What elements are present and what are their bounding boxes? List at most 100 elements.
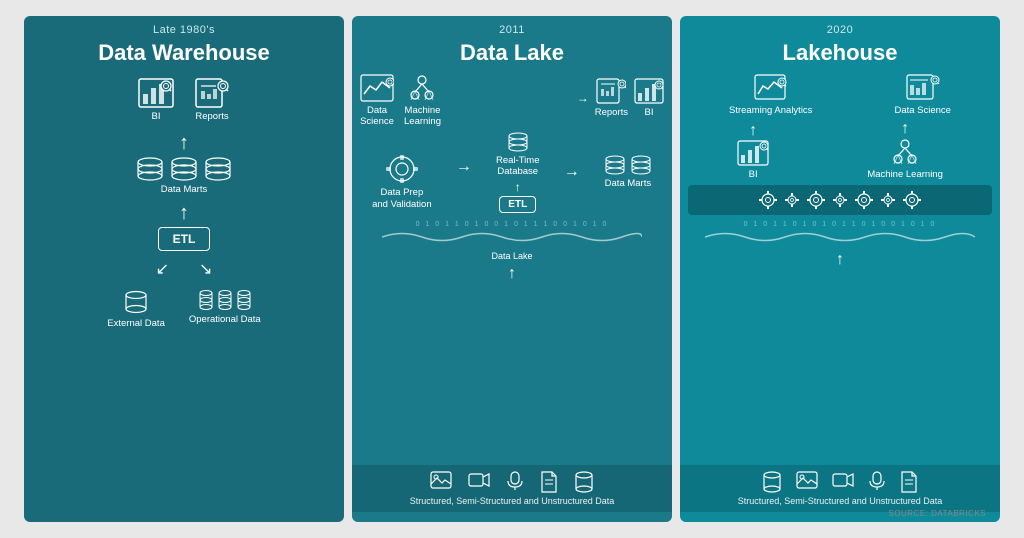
- image-icon: [430, 471, 452, 489]
- gear-icon-7: [902, 190, 922, 210]
- lh-streaming-label: Streaming Analytics: [729, 105, 812, 116]
- dl-ml-item: MachineLearning: [404, 74, 441, 128]
- dw-datamarts-label: Data Marts: [161, 184, 207, 195]
- lh-gear-strip: [688, 185, 992, 215]
- gear-icon-6: [880, 192, 896, 208]
- dw-external-label: External Data: [107, 318, 165, 329]
- dl-data-science-item: DataScience: [360, 74, 394, 128]
- dw-arrow-2: ↑: [179, 202, 189, 225]
- lh-bi-label: BI: [749, 169, 758, 180]
- lh-source-icons: [690, 471, 990, 493]
- dl-rtdb-arrow: ↑: [515, 180, 521, 194]
- dl-binary-text: 0 1 0 1 1 0 1 0 0 1 0 1 1 1 0 0 1 0 1 0: [360, 219, 664, 230]
- dl-datamarts-label: Data Marts: [605, 178, 651, 189]
- dl-source-icons: [362, 471, 662, 493]
- gear-icon-5: [854, 190, 874, 210]
- ops-db-3: [236, 289, 252, 311]
- lh-ds-label: Data Science: [894, 105, 951, 116]
- video-icon: [468, 471, 490, 489]
- db-icon-3: [204, 157, 232, 181]
- lh-ds-icon: [906, 74, 940, 102]
- gear-icon-3: [806, 190, 826, 210]
- dl-dm-icon-2: [630, 155, 652, 175]
- audio-icon: [506, 471, 524, 491]
- lh-bi-icon: [737, 140, 769, 166]
- dl-bi-label: BI: [645, 107, 654, 118]
- lh-bi-col: ↑ BI: [737, 122, 769, 180]
- dl-ml-label: MachineLearning: [404, 105, 441, 128]
- era-label-dw: Late 1980's: [24, 16, 344, 40]
- lh-wave-line: [705, 230, 975, 244]
- lh-ml-icon: [888, 138, 922, 166]
- dw-datamarts-item: Data Marts: [136, 157, 232, 195]
- lh-top-row: Streaming Analytics: [688, 74, 992, 116]
- gear-icon-2: [784, 192, 800, 208]
- dw-operational-data-item: Operational Data: [189, 289, 261, 329]
- dl-dataprep-item: Data Prepand Validation: [372, 154, 432, 210]
- ext-db-icon: [123, 289, 149, 315]
- bi-chart-icon: [138, 78, 174, 108]
- lh-db-icon: [762, 471, 782, 493]
- lh-img-icon: [796, 471, 818, 489]
- dataprep-icon: [385, 154, 419, 184]
- gear-icon-1: [758, 190, 778, 210]
- dl-lake-label: Data Lake: [360, 251, 664, 261]
- streaming-icon: [754, 74, 788, 102]
- dl-bi-icon: [634, 78, 664, 104]
- dw-external-data-item: External Data: [107, 289, 165, 329]
- era-label-lh: 2020: [680, 16, 1000, 40]
- dl-src-db-icon: [574, 471, 594, 493]
- dl-bottom-section: Structured, Semi-Structured and Unstruct…: [352, 465, 672, 512]
- panel-lakehouse: 2020 Lakehouse Streaming Analytics: [680, 16, 1000, 522]
- lh-bottom-label: Structured, Semi-Structured and Unstruct…: [690, 496, 990, 506]
- lh-bi-item: BI: [737, 140, 769, 180]
- lh-ml-item: Machine Learning: [867, 138, 943, 180]
- ml-tree-icon: [405, 74, 439, 102]
- ops-db-2: [217, 289, 233, 311]
- title-dl: Data Lake: [352, 40, 672, 66]
- dl-wave-line: [382, 230, 642, 244]
- dl-dm-icon-1: [604, 155, 626, 175]
- lh-ml-label: Machine Learning: [867, 169, 943, 180]
- source-credit: SOURCE: DATABRICKS: [888, 509, 986, 518]
- era-label-dl: 2011: [352, 16, 672, 40]
- title-dw: Data Warehouse: [24, 40, 344, 66]
- dl-rtdb-item: Real-TimeDatabase: [496, 132, 539, 178]
- dw-etl-label: ETL: [173, 232, 196, 246]
- lh-mid-row: ↑ BI: [688, 120, 992, 180]
- dw-bi-label: BI: [152, 111, 161, 122]
- dl-rtdb-label: Real-TimeDatabase: [496, 155, 539, 178]
- lh-ml-arrow: ↑: [901, 120, 909, 138]
- main-container: { "panels": { "dw": { "era": "Late 1980'…: [0, 0, 1024, 538]
- dl-reports-label: Reports: [595, 107, 628, 118]
- dl-reports-icon: [596, 78, 626, 104]
- lh-ml-col: ↑: [867, 120, 943, 180]
- lh-doc-icon: [900, 471, 918, 493]
- title-lh: Lakehouse: [680, 40, 1000, 66]
- lh-vid-icon: [832, 471, 854, 489]
- lh-arrow-up: ↑: [688, 251, 992, 269]
- dl-etl-box: ETL: [499, 196, 536, 213]
- dl-arrow-up: ↑: [360, 265, 664, 283]
- db-icon-1: [136, 157, 164, 181]
- dw-reports-label: Reports: [195, 111, 228, 122]
- panel-data-lake: 2011 Data Lake: [352, 16, 672, 522]
- lh-audio-icon: [868, 471, 886, 491]
- doc-icon: [540, 471, 558, 493]
- panel-data-warehouse: Late 1980's Data Warehouse: [24, 16, 344, 522]
- dl-ds-label: DataScience: [360, 105, 394, 128]
- dw-bi-icon-item: BI: [138, 78, 174, 122]
- dw-operational-label: Operational Data: [189, 314, 261, 325]
- dl-rtdb-etl: Real-TimeDatabase ↑ ETL: [496, 132, 539, 213]
- dl-arrow-right-1: →: [456, 158, 472, 176]
- rtdb-icon-1: [507, 132, 529, 152]
- dl-dataprep-label: Data Prepand Validation: [372, 187, 432, 210]
- dw-arrow-1: ↑: [179, 132, 189, 155]
- dw-reports-icon-item: Reports: [194, 78, 230, 122]
- lh-binary-text: 0 1 0 1 1 0 1 0 1 0 1 1 0 1 0 0 1 0 1 0: [688, 219, 992, 230]
- dl-wave-section: 0 1 0 1 1 0 1 0 0 1 0 1 1 1 0 0 1 0 1 0 …: [360, 219, 664, 261]
- dw-etl-box: ETL: [158, 227, 211, 251]
- ops-db-1: [198, 289, 214, 311]
- dl-reports-item: Reports: [595, 78, 628, 118]
- dl-arrow-right-2: →: [564, 163, 580, 181]
